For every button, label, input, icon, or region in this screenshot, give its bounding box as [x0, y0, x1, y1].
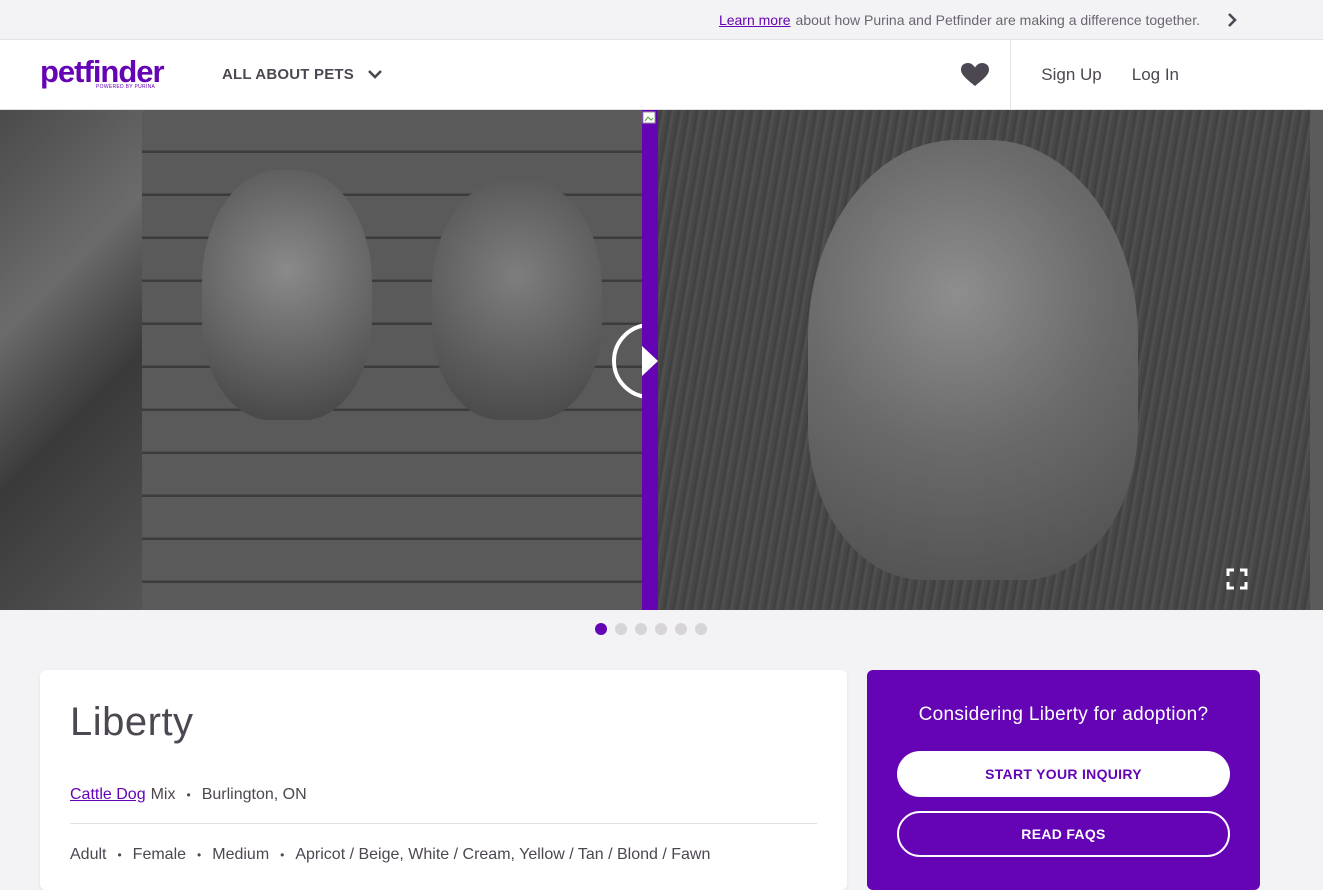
promo-bar: Learn more about how Purina and Petfinde…	[0, 0, 1323, 40]
carousel-photo-prev[interactable]	[0, 110, 142, 610]
carousel-photo-running-dog[interactable]	[658, 110, 1310, 610]
carousel-photo-two-dogs[interactable]	[142, 110, 642, 610]
carousel-photo-next[interactable]	[1310, 110, 1323, 610]
carousel-dot[interactable]	[615, 623, 627, 635]
photo-carousel[interactable]	[0, 110, 1323, 610]
logo-subtitle: POWERED BY PURINA	[96, 83, 156, 90]
bullet-separator: •	[280, 848, 285, 862]
pet-size: Medium	[212, 846, 270, 863]
carousel-dot[interactable]	[635, 623, 647, 635]
carousel-dot[interactable]	[595, 623, 607, 635]
play-icon[interactable]	[642, 346, 658, 376]
bullet-separator: •	[197, 848, 202, 862]
bullet-separator: •	[117, 848, 122, 862]
petfinder-logo[interactable]: petfinder POWERED BY PURINA	[40, 53, 172, 93]
nav-all-about-pets-label: ALL ABOUT PETS	[222, 66, 354, 83]
chevron-down-icon	[368, 66, 382, 83]
carousel-dot[interactable]	[675, 623, 687, 635]
pet-location: Burlington, ON	[201, 786, 307, 803]
pet-colors: Apricot / Beige, White / Cream, Yellow /…	[295, 846, 711, 863]
breed-location-row: Cattle Dog Mix • Burlington, ON	[70, 786, 817, 804]
site-header: petfinder POWERED BY PURINA ALL ABOUT PE…	[0, 40, 1323, 110]
fullscreen-expand-icon[interactable]	[1226, 568, 1248, 590]
carousel-pagination	[595, 623, 707, 635]
read-faqs-button[interactable]: READ FAQS	[897, 811, 1230, 857]
log-in-link[interactable]: Log In	[1132, 65, 1179, 85]
learn-more-link[interactable]: Learn more	[719, 12, 791, 28]
breed-suffix: Mix	[150, 786, 176, 803]
chevron-right-icon[interactable]	[1225, 12, 1239, 27]
pet-gender: Female	[132, 846, 187, 863]
dog-image-right	[432, 180, 602, 420]
header-divider	[1010, 40, 1012, 110]
sign-up-link[interactable]: Sign Up	[1041, 65, 1101, 85]
logo-wordmark: petfinder	[40, 53, 165, 89]
favorites-heart-icon[interactable]	[960, 60, 990, 90]
bullet-separator: •	[186, 788, 191, 802]
broken-image-icon	[642, 111, 658, 125]
divider	[70, 823, 817, 824]
pet-age: Adult	[70, 846, 107, 863]
adoption-cta-title: Considering Liberty for adoption?	[918, 704, 1209, 725]
dog-image-running	[808, 140, 1138, 580]
adoption-cta-card: Considering Liberty for adoption? START …	[867, 670, 1260, 890]
start-inquiry-button[interactable]: START YOUR INQUIRY	[897, 751, 1230, 797]
carousel-dot[interactable]	[655, 623, 667, 635]
nav-all-about-pets[interactable]: ALL ABOUT PETS	[222, 66, 382, 83]
pet-info-card: Liberty Cattle Dog Mix • Burlington, ON …	[40, 670, 847, 890]
promo-text: about how Purina and Petfinder are makin…	[795, 11, 1200, 28]
pet-attributes-row: Adult • Female • Medium • Apricot / Beig…	[70, 846, 817, 864]
header-actions: Sign Up Log In	[960, 40, 1323, 110]
breed-link[interactable]: Cattle Dog	[70, 786, 146, 804]
dog-image-left	[202, 170, 372, 420]
carousel-dot[interactable]	[695, 623, 707, 635]
pet-name: Liberty	[70, 700, 194, 744]
